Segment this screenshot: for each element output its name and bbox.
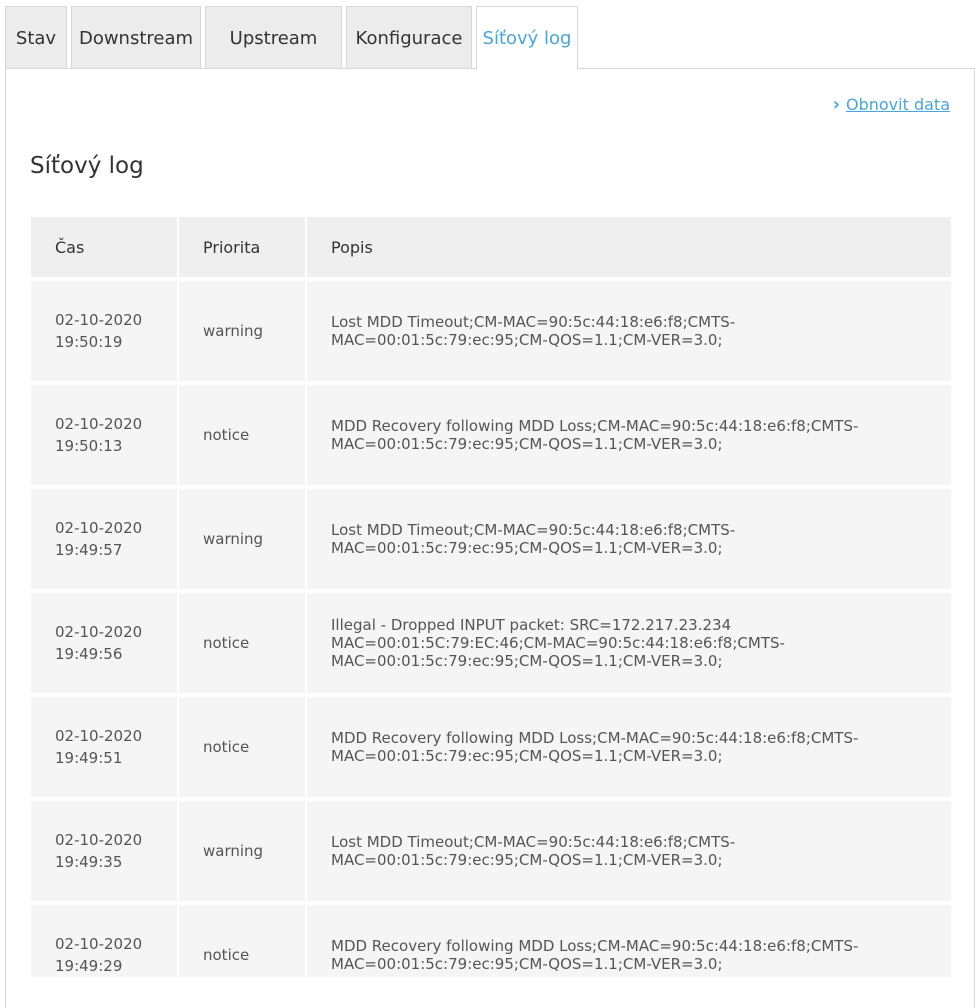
chevron-right-icon: › [832, 93, 840, 115]
table-row: 02-10-2020 19:49:57 warning Lost MDD Timeo… [31, 485, 951, 589]
table-row: 02-10-2020 19:50:13 notice MDD Recovery fo… [31, 381, 951, 485]
tab-s-ov-log[interactable]: Síťový log [476, 6, 578, 70]
log-time: 02-10-2020 19:49:56 [31, 589, 179, 693]
table-row: 02-10-2020 19:49:56 notice Illegal - Dropp… [31, 589, 951, 693]
log-description: Lost MDD Timeout;CM-MAC=90:5c:44:18:e6:f… [307, 277, 951, 381]
column-header-priority: Priorita [179, 217, 307, 277]
log-priority: warning [179, 485, 307, 589]
log-description: Lost MDD Timeout;CM-MAC=90:5c:44:18:e6:f… [307, 485, 951, 589]
log-description: MDD Recovery following MDD Loss;CM-MAC=9… [307, 693, 951, 797]
table-row: 02-10-2020 19:49:51 notice MDD Recovery fo… [31, 693, 951, 797]
log-time: 02-10-2020 19:49:29 [31, 901, 179, 977]
log-priority: warning [179, 797, 307, 901]
log-description: MDD Recovery following MDD Loss;CM-MAC=9… [307, 901, 951, 977]
log-priority: notice [179, 589, 307, 693]
log-time: 02-10-2020 19:49:57 [31, 485, 179, 589]
log-time: 02-10-2020 19:50:13 [31, 381, 179, 485]
tab-upstream[interactable]: Upstream [205, 6, 342, 69]
column-header-description: Popis [307, 217, 951, 277]
log-table: Čas Priorita Popis 02-10-2020 19:50:19 wa… [31, 217, 951, 977]
log-priority: warning [179, 277, 307, 381]
table-row: 02-10-2020 19:50:19 warning Lost MDD Timeo… [31, 277, 951, 381]
tab-bar: Stav Downstream Upstream Konfigurace Síťový … [5, 6, 582, 70]
tab-konfigurace[interactable]: Konfigurace [346, 6, 472, 69]
log-description: MDD Recovery following MDD Loss;CM-MAC=9… [307, 381, 951, 485]
tab-stav[interactable]: Stav [5, 6, 67, 69]
table-header-row: Čas Priorita Popis [31, 217, 951, 277]
tab-downstream[interactable]: Downstream [71, 6, 201, 69]
content-panel: › Obnovit data Síťový log Čas Priorita P… [5, 68, 975, 1008]
log-description: Lost MDD Timeout;CM-MAC=90:5c:44:18:e6:f… [307, 797, 951, 901]
log-time: 02-10-2020 19:49:51 [31, 693, 179, 797]
log-priority: notice [179, 381, 307, 485]
log-description: Illegal - Dropped INPUT packet: SRC=172.… [307, 589, 951, 693]
log-time: 02-10-2020 19:50:19 [31, 277, 179, 381]
column-header-time: Čas [31, 217, 179, 277]
log-time: 02-10-2020 19:49:35 [31, 797, 179, 901]
refresh-link[interactable]: › Obnovit data [833, 95, 950, 114]
refresh-link-label[interactable]: Obnovit data [846, 95, 950, 114]
table-row: 02-10-2020 19:49:35 warning Lost MDD Timeo… [31, 797, 951, 901]
log-priority: notice [179, 693, 307, 797]
log-priority: notice [179, 901, 307, 977]
table-row: 02-10-2020 19:49:29 notice MDD Recovery fo… [31, 901, 951, 977]
page-title: Síťový log [30, 153, 144, 179]
